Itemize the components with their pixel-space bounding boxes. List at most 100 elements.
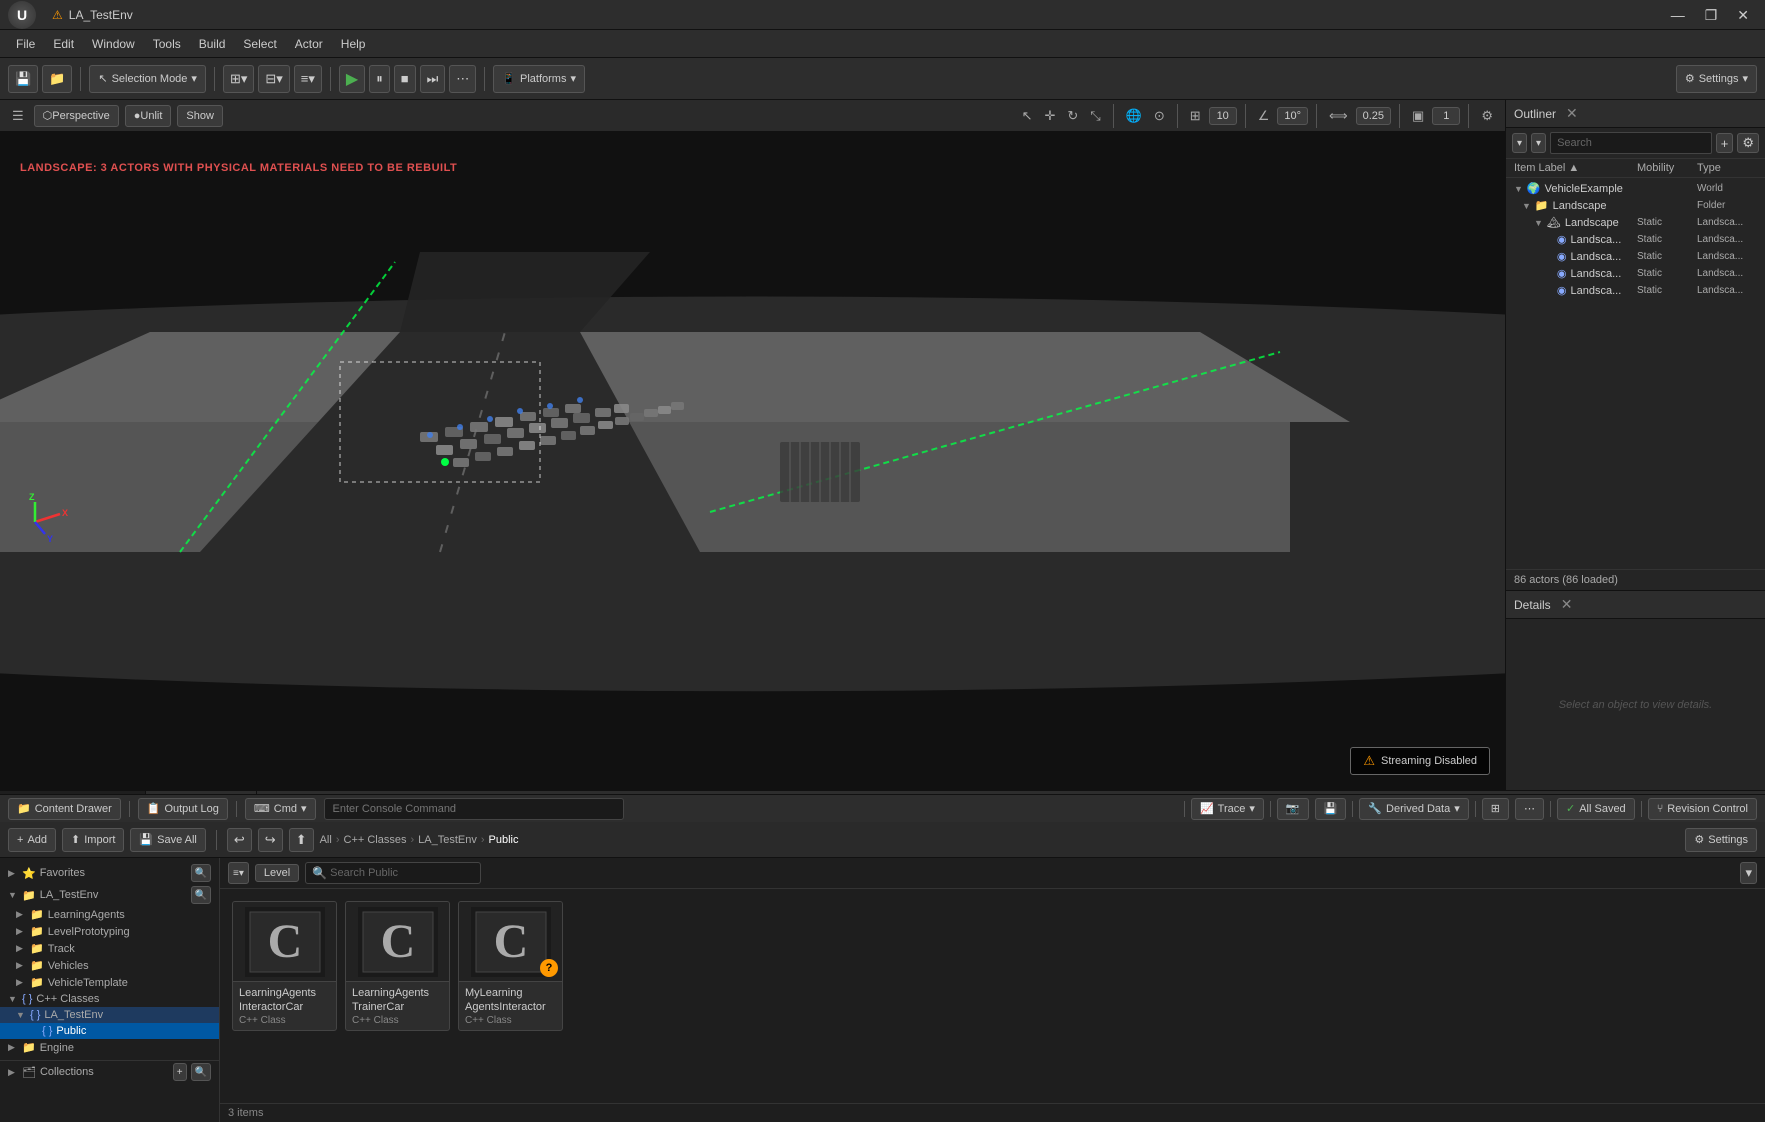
grid-value[interactable]: 10 — [1209, 107, 1237, 125]
save-all-button[interactable]: 💾 Save All — [130, 828, 205, 852]
outliner-search-input[interactable] — [1550, 132, 1712, 154]
sidebar-la-testenv-cpp[interactable]: ▼ { } LA_TestEnv — [0, 1007, 219, 1023]
minimize-button[interactable]: — — [1663, 6, 1693, 24]
scale-icon[interactable]: ⟺ — [1325, 106, 1352, 126]
outliner-settings-button[interactable]: ⚙ — [1737, 133, 1759, 153]
unlit-button[interactable]: ● Unlit — [125, 105, 172, 127]
collections-search[interactable]: 🔍 — [191, 1063, 211, 1081]
viewport-menu-button[interactable]: ☰ — [8, 106, 28, 126]
cb-nav-back[interactable]: ↩ — [227, 828, 252, 852]
sidebar-la-testenv[interactable]: ▼ 📁 LA_TestEnv 🔍 — [0, 884, 219, 906]
add-button[interactable]: + Add — [8, 828, 56, 852]
tree-row[interactable]: ▼ 🏔 Landscape Static Landsca... — [1506, 214, 1765, 231]
la-testenv-search[interactable]: 🔍 — [191, 886, 211, 904]
tree-row[interactable]: ▶ ◉ Landsca... Static Landsca... — [1506, 265, 1765, 282]
filter-options-button[interactable]: ≡▾ — [228, 862, 249, 884]
move-tool[interactable]: ✛ — [1040, 106, 1059, 126]
tree-row[interactable]: ▶ ◉ Landsca... Static Landsca... — [1506, 248, 1765, 265]
outliner-close[interactable]: ✕ — [1562, 105, 1582, 122]
open-button[interactable]: 📁 — [42, 65, 72, 93]
stop-button[interactable]: ■ — [394, 65, 416, 93]
tree-row[interactable]: ▶ ◉ Landsca... Static Landsca... — [1506, 231, 1765, 248]
bc-la-testenv[interactable]: LA_TestEnv — [418, 834, 477, 846]
skip-button[interactable]: ⏭ — [420, 65, 446, 93]
import-button[interactable]: ⬆ Import — [62, 828, 124, 852]
viewport[interactable]: X Z Y LANDSCAPE: 3 ACTORS WITH PHYSICAL … — [0, 132, 1505, 790]
console-command-input[interactable] — [324, 798, 624, 820]
derived-data-button[interactable]: 🔧 Derived Data ▾ — [1359, 798, 1468, 820]
outliner-add-button[interactable]: + — [1716, 133, 1734, 153]
grid-layout-btn[interactable]: ⊞ — [1482, 798, 1509, 820]
sidebar-level-prototyping[interactable]: ▶ 📁 LevelPrototyping — [0, 923, 219, 940]
cb-nav-fwd[interactable]: ↪ — [258, 828, 283, 852]
platforms-button[interactable]: 📱 Platforms ▾ — [493, 65, 585, 93]
sidebar-collections[interactable]: ▶ 🗂 Collections + 🔍 — [0, 1060, 219, 1083]
asset-tile[interactable]: C ? MyLearning AgentsInteractor C++ Clas… — [458, 901, 563, 1031]
tree-row[interactable]: ▼ 🌍 VehicleExample World — [1506, 180, 1765, 197]
angle-icon[interactable]: ∠ — [1254, 106, 1274, 126]
snap-btn-3[interactable]: ≡▾ — [294, 65, 322, 93]
content-search-input[interactable] — [305, 862, 481, 884]
screen-value[interactable]: 1 — [1432, 107, 1460, 125]
outliner-filter-toggle[interactable]: ▾ — [1531, 133, 1546, 153]
search-dropdown-button[interactable]: ▾ — [1740, 862, 1757, 884]
revision-control-button[interactable]: ⑂ Revision Control — [1648, 798, 1757, 820]
sidebar-favorites[interactable]: ▶ ⭐ Favorites 🔍 — [0, 862, 219, 884]
collections-add[interactable]: + — [173, 1063, 187, 1081]
tree-row[interactable]: ▼ 📁 Landscape Folder — [1506, 197, 1765, 214]
favorites-search[interactable]: 🔍 — [191, 864, 211, 882]
filter-level-tag[interactable]: Level — [255, 864, 299, 882]
outliner-filter-button[interactable]: ▾ — [1512, 133, 1527, 153]
scale-tool[interactable]: ⤡ — [1086, 106, 1104, 126]
save-button[interactable]: 💾 — [8, 65, 38, 93]
grid-icon[interactable]: ⊞ — [1186, 106, 1205, 126]
camera-icon[interactable]: ⊙ — [1150, 106, 1169, 126]
bc-cpp-classes[interactable]: C++ Classes — [344, 834, 407, 846]
sidebar-learning-agents[interactable]: ▶ 📁 LearningAgents — [0, 906, 219, 923]
play-button[interactable]: ▶ — [339, 65, 365, 93]
cmd-button[interactable]: ⌨ Cmd ▾ — [245, 798, 316, 820]
sidebar-cpp-classes[interactable]: ▼ { } C++ Classes — [0, 991, 219, 1007]
asset-tile[interactable]: C LearningAgents InteractorCar C++ Class — [232, 901, 337, 1031]
settings-button[interactable]: ⚙ Settings ▾ — [1676, 65, 1757, 93]
col-mobility[interactable]: Mobility — [1637, 162, 1697, 174]
show-button[interactable]: Show — [177, 105, 223, 127]
save-icon-btn[interactable]: 💾 — [1315, 798, 1347, 820]
maximize-button[interactable]: ❐ — [1697, 6, 1726, 24]
all-saved-button[interactable]: ✓ All Saved — [1557, 798, 1635, 820]
sidebar-engine[interactable]: ▶ 📁 Engine — [0, 1039, 219, 1056]
rotate-tool[interactable]: ↻ — [1063, 106, 1082, 126]
more-status-btn[interactable]: ⋯ — [1515, 798, 1544, 820]
sidebar-vehicle-template[interactable]: ▶ 📁 VehicleTemplate — [0, 974, 219, 991]
pause-button[interactable]: ⏸ — [369, 65, 390, 93]
cb-nav-up[interactable]: ⬆ — [289, 828, 314, 852]
trace-button[interactable]: 📈 Trace ▾ — [1191, 798, 1264, 820]
asset-tile[interactable]: C LearningAgents TrainerCar C++ Class — [345, 901, 450, 1031]
col-label[interactable]: Item Label ▲ — [1514, 162, 1637, 174]
select-tool[interactable]: ↖ — [1018, 106, 1037, 126]
more-button[interactable]: ⋯ — [449, 65, 476, 93]
perspective-button[interactable]: ⬡ Perspective — [34, 105, 119, 127]
menu-window[interactable]: Window — [84, 34, 143, 54]
unreal-engine-logo[interactable]: U — [8, 1, 36, 29]
world-icon[interactable]: 🌐 — [1122, 106, 1146, 126]
menu-tools[interactable]: Tools — [145, 34, 189, 54]
snap-btn-1[interactable]: ⊞▾ — [223, 65, 254, 93]
sidebar-track[interactable]: ▶ 📁 Track — [0, 940, 219, 957]
menu-build[interactable]: Build — [191, 34, 234, 54]
camera-icon-btn[interactable]: 📷 — [1277, 798, 1309, 820]
sidebar-public[interactable]: ▶ { } Public — [0, 1023, 219, 1039]
output-log-button[interactable]: 📋 Output Log — [138, 798, 228, 820]
cb-settings-button[interactable]: ⚙ Settings — [1685, 828, 1757, 852]
bc-all[interactable]: All — [320, 834, 332, 846]
menu-edit[interactable]: Edit — [45, 34, 82, 54]
col-type[interactable]: Type — [1697, 162, 1757, 174]
bc-public[interactable]: Public — [489, 834, 519, 846]
sidebar-vehicles[interactable]: ▶ 📁 Vehicles — [0, 957, 219, 974]
scale-value[interactable]: 0.25 — [1356, 107, 1391, 125]
close-button[interactable]: ✕ — [1729, 6, 1757, 24]
menu-actor[interactable]: Actor — [287, 34, 331, 54]
tree-row[interactable]: ▶ ◉ Landsca... Static Landsca... — [1506, 282, 1765, 299]
selection-mode-button[interactable]: ↖ Selection Mode ▾ — [89, 65, 206, 93]
menu-file[interactable]: File — [8, 34, 43, 54]
